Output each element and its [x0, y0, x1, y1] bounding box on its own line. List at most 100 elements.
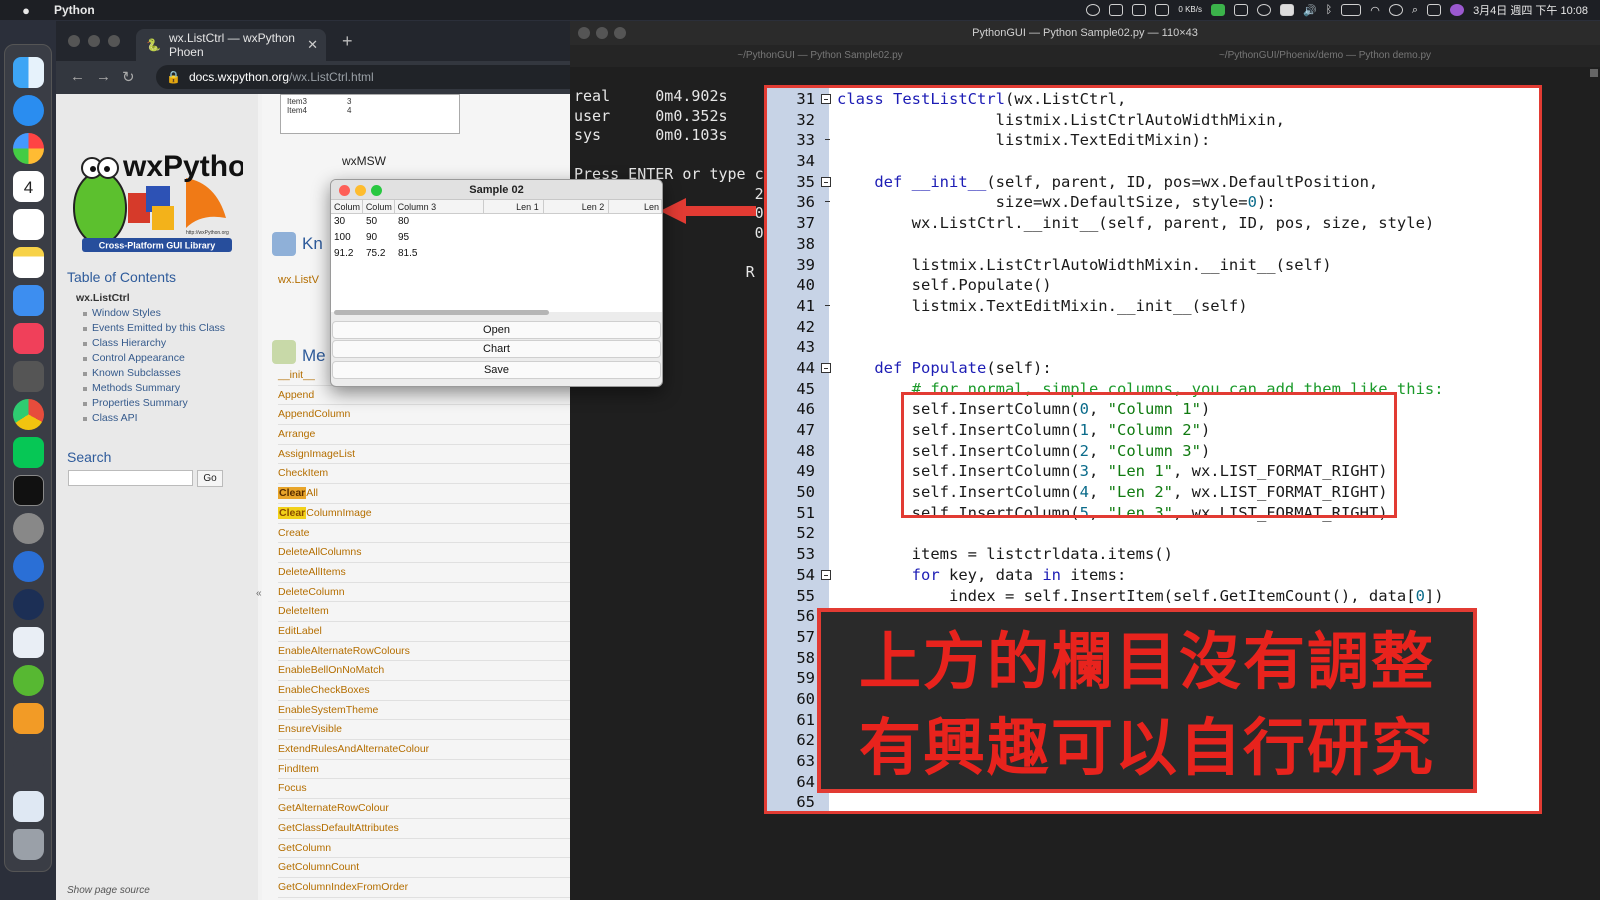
- toc-item[interactable]: Window Styles: [83, 307, 225, 319]
- code-line[interactable]: 43: [767, 337, 1539, 358]
- browser-minimize-dot[interactable]: [88, 35, 100, 47]
- user-icon[interactable]: [1388, 4, 1403, 16]
- code-line[interactable]: 39 listmix.ListCtrlAutoWidthMixin.__init…: [767, 255, 1539, 276]
- calendar-icon[interactable]: 4: [13, 171, 44, 202]
- quicktime-icon[interactable]: [13, 589, 44, 620]
- method-link[interactable]: FindItem: [278, 760, 570, 780]
- terminal-minimize-dot[interactable]: [596, 27, 608, 39]
- reminders-icon[interactable]: [13, 209, 44, 240]
- toc-item[interactable]: Control Appearance: [83, 352, 225, 364]
- sample-minimize-dot[interactable]: [355, 185, 366, 196]
- sample-close-dot[interactable]: [339, 185, 350, 196]
- method-link[interactable]: GetColumn: [278, 839, 570, 859]
- terminal-close-dot[interactable]: [578, 27, 590, 39]
- code-line[interactable]: 34: [767, 151, 1539, 172]
- toc-item[interactable]: Class Hierarchy: [83, 337, 225, 349]
- code-line[interactable]: 40 self.Populate(): [767, 275, 1539, 296]
- new-tab-icon[interactable]: +: [342, 31, 353, 52]
- list-row[interactable]: 100 90 95: [331, 230, 662, 246]
- launchpad-rocket-icon[interactable]: [13, 741, 44, 772]
- method-link[interactable]: Arrange: [278, 425, 570, 445]
- app-name[interactable]: Python: [54, 3, 95, 17]
- list-row[interactable]: 30 50 80: [331, 214, 662, 230]
- method-link[interactable]: Create: [278, 524, 570, 544]
- system-preferences-icon[interactable]: [13, 513, 44, 544]
- code-line[interactable]: 37 wx.ListCtrl.__init__(self, parent, ID…: [767, 213, 1539, 234]
- horizontal-scrollbar[interactable]: [334, 310, 549, 315]
- method-link[interactable]: GetColumnCount: [278, 858, 570, 878]
- code-line[interactable]: 36 size=wx.DefaultSize, style=0):: [767, 192, 1539, 213]
- method-link[interactable]: EnsureVisible: [278, 720, 570, 741]
- browser-close-dot[interactable]: [68, 35, 80, 47]
- browser-tab[interactable]: 🐍 wx.ListCtrl — wxPython Phoen ✕: [136, 29, 326, 61]
- code-line[interactable]: 41 listmix.TextEditMixin.__init__(self): [767, 296, 1539, 317]
- record-icon[interactable]: [1086, 4, 1101, 16]
- line-icon[interactable]: [1210, 4, 1225, 16]
- method-link[interactable]: ExtendRulesAndAlternateColour: [278, 740, 570, 760]
- method-link-clearcolumnimage[interactable]: ClearColumnImage: [278, 504, 570, 524]
- finder-icon[interactable]: [13, 57, 44, 88]
- method-link[interactable]: Focus: [278, 779, 570, 800]
- fold-toggle-icon[interactable]: [821, 362, 831, 373]
- battery-icon[interactable]: [1341, 4, 1362, 16]
- method-link[interactable]: EnableAlternateRowColours: [278, 642, 570, 662]
- column-header[interactable]: Len 1: [484, 200, 544, 213]
- method-link-clearall[interactable]: ClearAll: [278, 484, 570, 504]
- status-icon-1[interactable]: [1109, 4, 1124, 16]
- address-bar[interactable]: 🔒 docs.wxpython.org/wx.ListCtrl.html: [156, 65, 570, 89]
- fold-toggle-icon[interactable]: [821, 94, 831, 104]
- column-header[interactable]: Column 3: [395, 200, 485, 213]
- open-button[interactable]: Open: [332, 321, 661, 339]
- preview-icon[interactable]: [13, 627, 44, 658]
- method-link[interactable]: DeleteColumn: [278, 583, 570, 603]
- code-line[interactable]: 38: [767, 234, 1539, 255]
- code-line[interactable]: 54 for key, data in items:: [767, 565, 1539, 586]
- code-line[interactable]: 55 index = self.InsertItem(self.GetItemC…: [767, 586, 1539, 607]
- terminal-tab-1[interactable]: ~/PythonGUI — Python Sample02.py: [570, 45, 1070, 67]
- code-line[interactable]: 53 items = listctrldata.items(): [767, 544, 1539, 565]
- menubar-clock[interactable]: 3月4日 週四 下午 10:08: [1473, 2, 1588, 18]
- trash-icon[interactable]: [13, 829, 44, 860]
- control-center-icon[interactable]: [1427, 4, 1442, 16]
- show-page-source-link[interactable]: Show page source: [67, 885, 150, 896]
- photos-icon[interactable]: [13, 133, 44, 164]
- input-method-icon[interactable]: [1279, 4, 1294, 16]
- toc-item[interactable]: Known Subclasses: [83, 367, 225, 379]
- play-icon[interactable]: [1256, 4, 1271, 16]
- notes-icon[interactable]: [13, 247, 44, 278]
- method-link[interactable]: DeleteAllColumns: [278, 543, 570, 563]
- method-link[interactable]: EnableBellOnNoMatch: [278, 661, 570, 681]
- collapse-sidebar-icon[interactable]: «: [256, 588, 262, 599]
- wxpython-logo[interactable]: wxPython http://wxPython.org Cross-Platf…: [68, 138, 243, 253]
- wifi-icon[interactable]: ◠: [1370, 4, 1380, 17]
- method-link[interactable]: EnableCheckBoxes: [278, 681, 570, 701]
- column-header[interactable]: Colum: [363, 200, 395, 213]
- method-link[interactable]: CheckItem: [278, 464, 570, 485]
- close-tab-icon[interactable]: ✕: [307, 37, 318, 53]
- terminal-icon[interactable]: [13, 475, 44, 506]
- downloads-folder-icon[interactable]: [13, 791, 44, 822]
- calculator-icon[interactable]: [13, 361, 44, 392]
- code-line[interactable]: 42: [767, 317, 1539, 338]
- go-button[interactable]: Go: [197, 470, 223, 487]
- maps-pin-icon[interactable]: [13, 551, 44, 582]
- chrome-icon[interactable]: [13, 399, 44, 430]
- code-line[interactable]: 35 def __init__(self, parent, ID, pos=wx…: [767, 172, 1539, 193]
- toc-item[interactable]: Class API: [83, 412, 225, 424]
- terminal-zoom-dot[interactable]: [614, 27, 626, 39]
- method-link[interactable]: DeleteItem: [278, 602, 570, 622]
- code-line[interactable]: 44 def Populate(self):: [767, 358, 1539, 379]
- chart-button[interactable]: Chart: [332, 340, 661, 358]
- forward-icon[interactable]: →: [96, 68, 111, 85]
- code-line[interactable]: 31 class TestListCtrl(wx.ListCtrl,: [767, 89, 1539, 110]
- wxlistview-link[interactable]: wx.ListV: [278, 274, 319, 286]
- list-ctrl[interactable]: Colum Colum Column 3 Len 1 Len 2 Len 30 …: [331, 200, 662, 315]
- code-line[interactable]: 52: [767, 523, 1539, 544]
- terminal-scrollbar[interactable]: [1590, 69, 1598, 77]
- search-icon[interactable]: ⌕: [1412, 4, 1418, 17]
- music-icon[interactable]: [13, 323, 44, 354]
- search-input[interactable]: [68, 470, 193, 486]
- line-app-icon[interactable]: [13, 437, 44, 468]
- back-icon[interactable]: ←: [70, 68, 85, 85]
- method-link[interactable]: EditLabel: [278, 622, 570, 642]
